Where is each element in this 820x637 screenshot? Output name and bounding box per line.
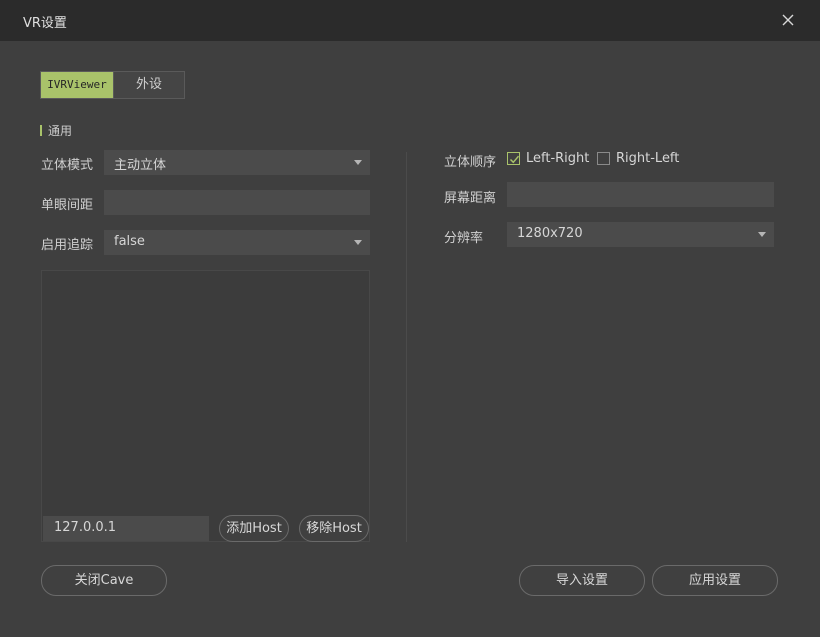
import-settings-button[interactable]: 导入设置 bbox=[519, 565, 645, 596]
chevron-down-icon bbox=[758, 232, 766, 237]
host-input[interactable]: 127.0.0.1 bbox=[43, 516, 209, 541]
section-title: 通用 bbox=[48, 123, 73, 138]
close-icon[interactable] bbox=[777, 10, 798, 31]
resolution-value: 1280x720 bbox=[517, 226, 583, 241]
resolution-select[interactable]: 1280x720 bbox=[507, 222, 774, 247]
checkbox-checked-icon bbox=[507, 152, 520, 165]
eye-distance-input[interactable] bbox=[104, 190, 370, 215]
checkbox-unchecked-icon bbox=[597, 152, 610, 165]
right-left-label: Right-Left bbox=[616, 151, 680, 166]
host-list[interactable] bbox=[41, 270, 370, 542]
column-divider bbox=[406, 152, 407, 542]
section-general: 通用 bbox=[40, 122, 72, 138]
tab-ivrviewer[interactable]: IVRViewer bbox=[41, 72, 113, 98]
apply-settings-button[interactable]: 应用设置 bbox=[652, 565, 778, 596]
remove-host-button[interactable]: 移除Host bbox=[299, 515, 369, 542]
tab-bar: IVRViewer 外设 bbox=[40, 71, 185, 99]
left-right-label: Left-Right bbox=[526, 151, 590, 166]
stereo-order-label: 立体顺序 bbox=[444, 155, 497, 170]
tracking-value: false bbox=[114, 234, 145, 249]
screen-distance-input[interactable] bbox=[507, 182, 774, 207]
host-input-value: 127.0.0.1 bbox=[54, 520, 117, 535]
eye-distance-label: 单眼间距 bbox=[41, 198, 94, 213]
tracking-select[interactable]: false bbox=[104, 230, 370, 255]
window-title: VR设置 bbox=[23, 16, 67, 31]
chevron-down-icon bbox=[354, 160, 362, 165]
tab-peripherals[interactable]: 外设 bbox=[113, 72, 184, 98]
section-marker bbox=[40, 124, 42, 136]
close-cave-button[interactable]: 关闭Cave bbox=[41, 565, 167, 596]
add-host-button[interactable]: 添加Host bbox=[219, 515, 289, 542]
right-left-checkbox[interactable]: Right-Left bbox=[597, 151, 679, 166]
screen-distance-label: 屏幕距离 bbox=[444, 191, 497, 206]
left-right-checkbox[interactable]: Left-Right bbox=[507, 151, 589, 166]
stereo-mode-value: 主动立体 bbox=[114, 158, 167, 173]
stereo-mode-select[interactable]: 主动立体 bbox=[104, 150, 370, 175]
title-bar: VR设置 bbox=[0, 0, 820, 41]
chevron-down-icon bbox=[354, 240, 362, 245]
resolution-label: 分辨率 bbox=[444, 231, 484, 246]
stereo-mode-label: 立体模式 bbox=[41, 158, 94, 173]
tracking-label: 启用追踪 bbox=[41, 238, 94, 253]
